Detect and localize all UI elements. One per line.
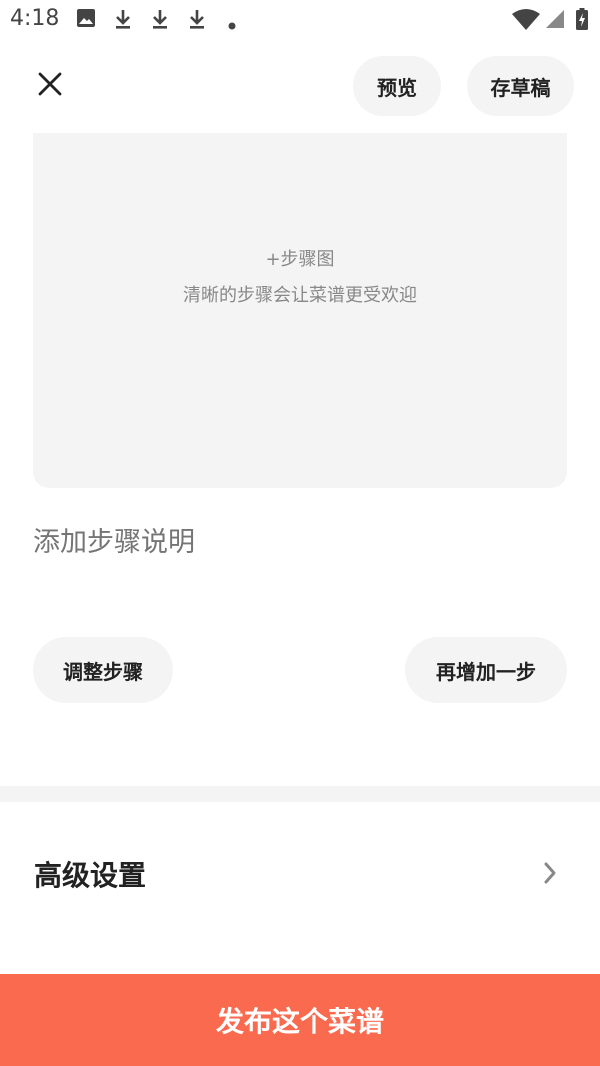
download-icon <box>113 8 133 34</box>
step-photo-hint: 清晰的步骤会让菜谱更受欢迎 <box>183 284 417 306</box>
status-time: 4:18 <box>10 6 60 31</box>
advanced-settings-row[interactable]: 高级设置 <box>0 838 600 908</box>
wifi-icon <box>512 9 540 35</box>
download-icon <box>187 8 207 34</box>
add-step-button[interactable]: 再增加一步 <box>405 637 567 703</box>
save-draft-button[interactable]: 存草稿 <box>467 56 574 116</box>
step-photo-upload[interactable]: +步骤图 清晰的步骤会让菜谱更受欢迎 <box>33 133 567 488</box>
signal-icon <box>545 9 565 33</box>
download-icon <box>150 8 170 34</box>
close-button[interactable] <box>30 66 70 106</box>
top-bar: 预览 存草稿 <box>0 54 600 118</box>
advanced-settings-label: 高级设置 <box>34 859 147 892</box>
step-photo-add-label: +步骤图 <box>265 248 335 270</box>
adjust-steps-button[interactable]: 调整步骤 <box>33 637 173 703</box>
status-bar: 4:18 <box>0 0 600 40</box>
section-divider <box>0 786 600 802</box>
preview-button[interactable]: 预览 <box>353 56 441 116</box>
step-description-input[interactable] <box>33 512 567 572</box>
chevron-right-icon <box>542 861 558 889</box>
publish-recipe-button[interactable]: 发布这个菜谱 <box>0 974 600 1066</box>
image-icon <box>76 8 96 32</box>
dot-icon <box>228 15 236 34</box>
close-icon <box>38 72 62 100</box>
battery-charging-icon <box>576 8 588 34</box>
